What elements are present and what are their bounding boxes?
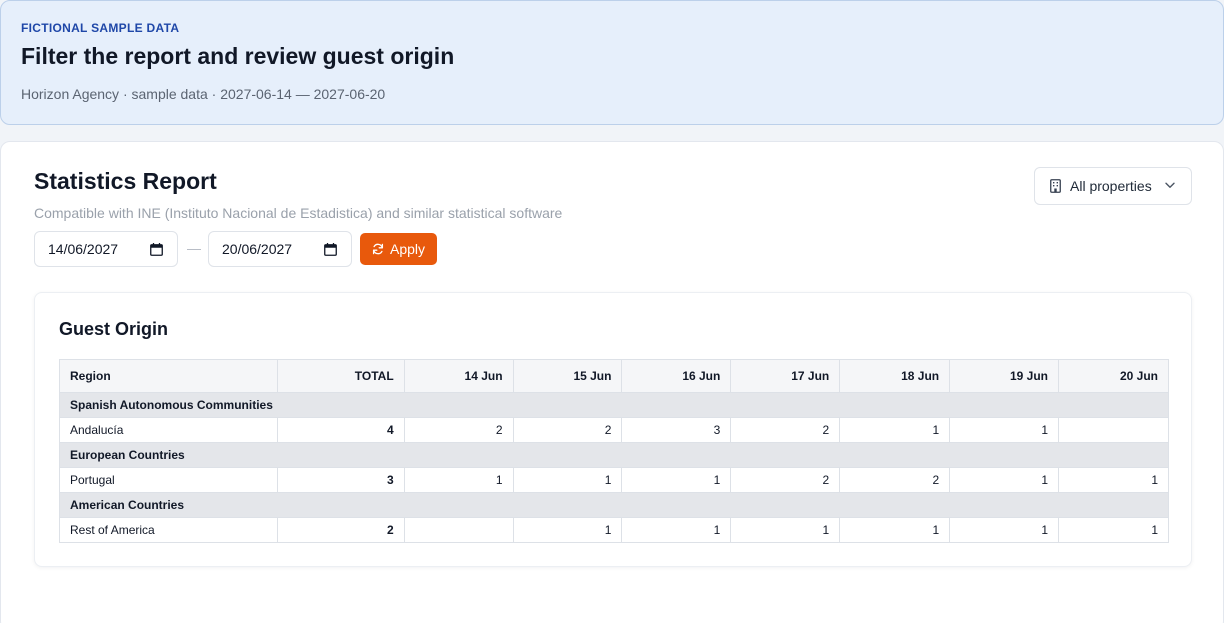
calendar-icon[interactable] [150,243,163,256]
group-name: European Countries [59,442,1169,468]
date-from-value: 14/06/2027 [48,241,119,257]
group-row: American Countries [59,492,1169,518]
page-subtitle: Horizon Agency · sample data · 2027-06-1… [21,86,386,102]
sample-data-tag: FICTIONAL SAMPLE DATA [21,21,180,35]
day-cell: 2 [730,467,841,493]
date-from-input[interactable]: 14/06/2027 [34,231,178,267]
refresh-icon [372,243,384,255]
day-cell: 1 [839,517,951,543]
day-cell: 2 [730,417,841,443]
column-header-day: 20 Jun [1058,359,1169,393]
total-cell: 2 [276,517,405,543]
day-cell: 1 [512,517,623,543]
day-cell: 2 [512,417,623,443]
date-to-value: 20/06/2027 [222,241,293,257]
guest-origin-title: Guest Origin [59,319,169,339]
column-header-day: 14 Jun [403,359,514,393]
table-row: Portugal 3 1 1 1 2 2 1 1 [59,467,1169,493]
table-row: Andalucía 4 2 2 3 2 1 1 [59,417,1169,443]
total-cell: 3 [276,467,405,493]
building-icon [1050,179,1061,193]
day-cell [403,517,514,543]
region-cell: Rest of America [59,517,278,543]
calendar-icon[interactable] [324,243,337,256]
day-cell: 1 [403,467,514,493]
total-cell: 4 [276,417,405,443]
page-title: Filter the report and review guest origi… [21,43,455,69]
column-header-day: 15 Jun [512,359,623,393]
header-banner: FICTIONAL SAMPLE DATA Filter the report … [0,0,1224,125]
day-cell: 1 [621,517,732,543]
column-header-day: 19 Jun [949,359,1060,393]
date-to-input[interactable]: 20/06/2027 [208,231,352,267]
guest-origin-table: Region TOTAL 14 Jun 15 Jun 16 Jun 17 Jun… [59,359,1169,543]
group-name: Spanish Autonomous Communities [59,392,1169,418]
day-cell: 1 [949,467,1060,493]
column-header-day: 17 Jun [730,359,841,393]
group-name: American Countries [59,492,1169,518]
date-separator: — [187,240,201,256]
report-subtitle: Compatible with INE (Instituto Nacional … [34,205,563,221]
day-cell [1058,417,1169,443]
day-cell: 3 [621,417,732,443]
apply-label: Apply [389,241,426,257]
day-cell: 1 [949,417,1060,443]
day-cell: 1 [621,467,732,493]
day-cell: 2 [403,417,514,443]
property-select-label: All properties [1070,178,1152,194]
group-row: European Countries [59,442,1169,468]
table-header-row: Region TOTAL 14 Jun 15 Jun 16 Jun 17 Jun… [59,359,1169,393]
day-cell: 1 [512,467,623,493]
day-cell: 1 [1058,467,1169,493]
chevron-down-icon [1165,182,1175,188]
group-row: Spanish Autonomous Communities [59,392,1169,418]
day-cell: 1 [1058,517,1169,543]
day-cell: 2 [839,467,951,493]
table-row: Rest of America 2 1 1 1 1 1 1 [59,517,1169,543]
day-cell: 1 [730,517,841,543]
column-header-total: TOTAL [276,359,405,393]
region-cell: Portugal [59,467,278,493]
day-cell: 1 [949,517,1060,543]
property-select[interactable]: All properties [1034,167,1192,205]
region-cell: Andalucía [59,417,278,443]
report-panel: Statistics Report Compatible with INE (I… [0,141,1224,623]
report-title: Statistics Report [34,168,217,194]
day-cell: 1 [839,417,951,443]
column-header-day: 16 Jun [621,359,732,393]
apply-button[interactable]: Apply [360,233,437,265]
column-header-region: Region [59,359,278,393]
guest-origin-card: Guest Origin Region TOTAL 14 Jun 15 Jun … [34,292,1192,567]
column-header-day: 18 Jun [839,359,951,393]
